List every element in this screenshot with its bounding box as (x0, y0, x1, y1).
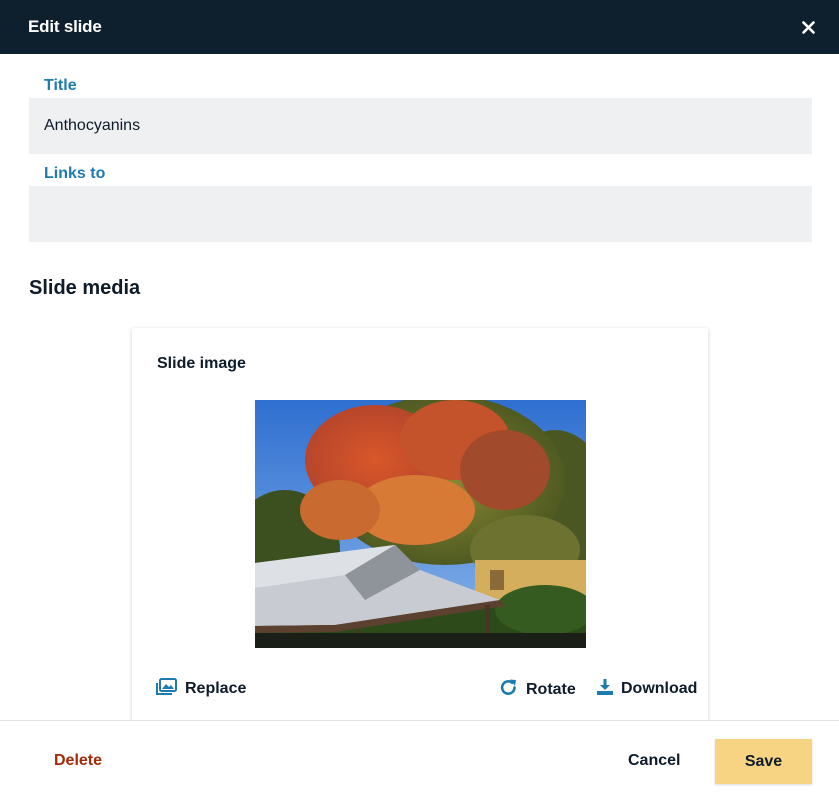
cancel-button[interactable]: Cancel (628, 752, 680, 770)
slide-image-title: Slide image (157, 355, 246, 372)
download-label: Download (621, 680, 698, 697)
close-icon[interactable] (799, 18, 817, 36)
replace-label: Replace (185, 680, 247, 697)
save-button[interactable]: Save (715, 739, 812, 784)
links-to-field[interactable] (29, 186, 812, 242)
download-icon (597, 678, 613, 700)
rotate-label: Rotate (526, 681, 576, 698)
rotate-icon (499, 678, 518, 702)
dialog-footer: Delete Cancel Save (0, 720, 839, 795)
title-field-value: Anthocyanins (44, 117, 141, 134)
replace-button[interactable]: Replace (156, 678, 246, 700)
download-button[interactable]: Download (597, 678, 697, 700)
title-field[interactable]: Anthocyanins (29, 98, 812, 154)
rotate-button[interactable]: Rotate (499, 678, 576, 702)
slide-image-card: Slide image Replace Rotate Download (132, 328, 708, 720)
dialog-title: Edit slide (28, 17, 102, 36)
links-to-label: Links to (44, 165, 106, 182)
title-label: Title (44, 77, 77, 94)
slide-media-heading: Slide media (29, 277, 141, 299)
delete-button[interactable]: Delete (54, 752, 102, 770)
slide-image (255, 400, 586, 648)
image-replace-icon (156, 678, 177, 700)
dialog-header: Edit slide (0, 0, 839, 54)
